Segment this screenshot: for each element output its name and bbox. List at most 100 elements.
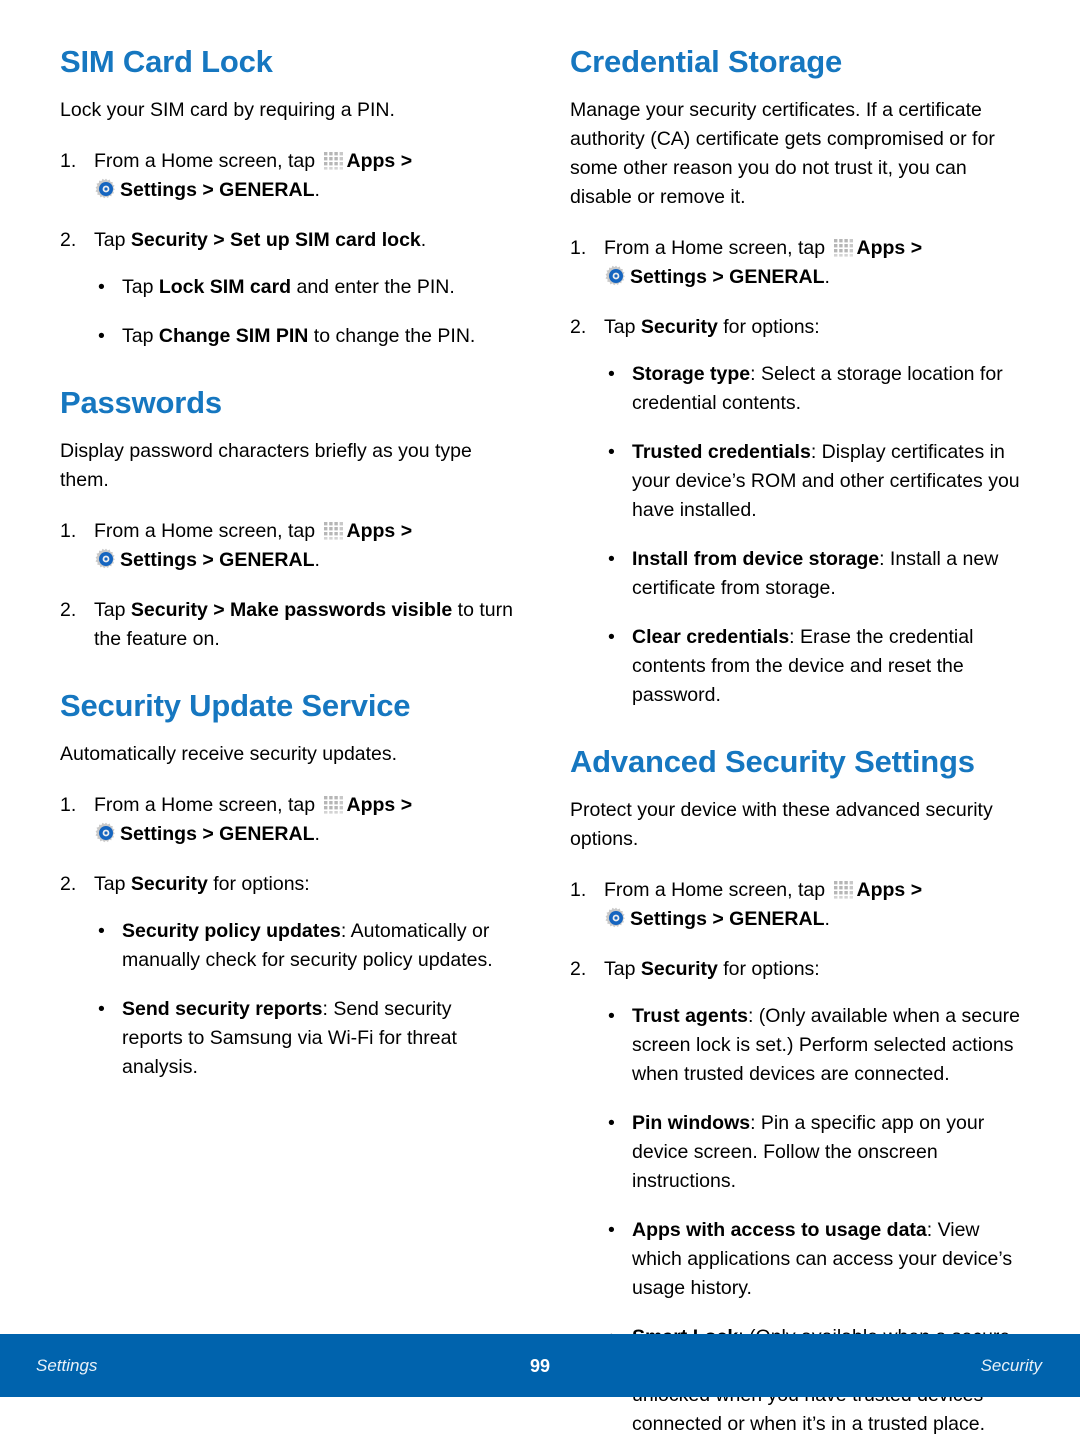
list-item: Clear credentials: Erase the credential … — [604, 623, 1025, 710]
bullet-bold: Install from device storage — [632, 548, 880, 570]
page-footer: Settings 99 Security — [0, 1334, 1080, 1397]
general-label: GENERAL — [219, 179, 315, 201]
chevron-gt-2: > — [712, 908, 724, 930]
settings-gear-icon — [605, 265, 627, 287]
apps-grid-icon — [322, 519, 344, 541]
apps-label: Apps — [346, 794, 396, 816]
section-passwords: Passwords Display password characters br… — [60, 385, 515, 654]
bullet-bold: Storage type — [632, 363, 751, 385]
bullet-bold: Pin windows — [632, 1112, 751, 1134]
section-sim-card-lock: SIM Card Lock Lock your SIM card by requ… — [60, 44, 515, 351]
bullet-list: Tap Lock SIM card and enter the PIN. Tap… — [94, 273, 515, 351]
list-item: Storage type: Select a storage location … — [604, 360, 1025, 418]
bullet-bold: Apps with access to usage data — [632, 1219, 927, 1241]
section-intro: Display password characters briefly as y… — [60, 440, 472, 491]
section-title: Security Update Service — [60, 688, 411, 723]
step-list: 1. From a Home screen, tap Apps > Settin… — [60, 147, 515, 351]
step-lead: Tap — [94, 229, 126, 251]
step-text-lead: From a Home screen, tap — [604, 237, 826, 259]
bullet-list: Security policy updates: Automatically o… — [94, 917, 515, 1082]
step-period: . — [824, 266, 830, 288]
chevron-gt-1: > — [400, 150, 413, 172]
section-title: SIM Card Lock — [60, 44, 273, 79]
settings-gear-icon — [95, 822, 117, 844]
step-item: 1. From a Home screen, tap Apps > Settin… — [570, 234, 1025, 292]
step-period: . — [314, 823, 320, 845]
list-item: Install from device storage: Install a n… — [604, 545, 1025, 603]
apps-label: Apps — [346, 150, 396, 172]
step-number: 2. — [60, 599, 77, 621]
section-intro: Manage your security certificates. If a … — [570, 99, 995, 208]
list-item: Apps with access to usage data: View whi… — [604, 1216, 1025, 1303]
list-item: Trusted credentials: Display certificate… — [604, 438, 1025, 525]
step-tail: for options: — [717, 958, 820, 980]
step-lead: Tap — [604, 316, 636, 338]
step-text-lead: From a Home screen, tap — [604, 879, 826, 901]
chevron-gt-2: > — [712, 266, 724, 288]
settings-label: Settings — [120, 179, 197, 201]
step-item: 1. From a Home screen, tap Apps > Settin… — [60, 791, 515, 849]
list-item: Security policy updates: Automatically o… — [94, 917, 515, 975]
section-intro: Automatically receive security updates. — [60, 743, 398, 765]
step-number: 2. — [60, 873, 77, 895]
step-lead: Tap — [94, 599, 126, 621]
step-lead: Tap — [94, 873, 126, 895]
settings-label: Settings — [630, 266, 707, 288]
step-item: 2. Tap Security for options: Storage typ… — [570, 313, 1025, 710]
step-bold: Security — [640, 316, 718, 338]
section-intro: Lock your SIM card by requiring a PIN. — [60, 99, 395, 121]
bullet-bold: Lock SIM card — [158, 276, 292, 298]
step-tail: for options: — [207, 873, 310, 895]
chevron-gt-1: > — [400, 520, 413, 542]
list-item: Tap Change SIM PIN to change the PIN. — [94, 322, 515, 351]
chevron-gt-2: > — [202, 179, 214, 201]
step-tail: for options: — [717, 316, 820, 338]
step-number: 1. — [60, 520, 77, 542]
step-bold: Security > Set up SIM card lock — [130, 229, 421, 251]
step-number: 1. — [60, 794, 77, 816]
bullet-bold: Send security reports — [122, 998, 323, 1020]
step-bold: Security > Make passwords visible — [130, 599, 453, 621]
step-number: 1. — [60, 150, 77, 172]
step-number: 2. — [570, 316, 587, 338]
list-item: Tap Lock SIM card and enter the PIN. — [94, 273, 515, 302]
general-label: GENERAL — [729, 908, 825, 930]
settings-gear-icon — [95, 178, 117, 200]
bullet-tail: to change the PIN. — [308, 325, 476, 347]
settings-label: Settings — [630, 908, 707, 930]
apps-label: Apps — [856, 237, 906, 259]
list-item: Send security reports: Send security rep… — [94, 995, 515, 1082]
apps-grid-icon — [832, 236, 854, 258]
bullet-lead: Tap — [122, 325, 159, 347]
step-bold: Security — [130, 873, 208, 895]
step-text-lead: From a Home screen, tap — [94, 794, 316, 816]
step-period: . — [824, 908, 830, 930]
bullet-bold: Trust agents — [632, 1005, 748, 1027]
step-item: 2. Tap Security > Set up SIM card lock. … — [60, 226, 515, 351]
step-period: . — [314, 549, 320, 571]
bullet-tail: and enter the PIN. — [291, 276, 455, 298]
step-item: 1. From a Home screen, tap Apps > Settin… — [570, 876, 1025, 934]
apps-grid-icon — [322, 793, 344, 815]
apps-label: Apps — [856, 879, 906, 901]
page-number: 99 — [529, 1356, 551, 1376]
step-number: 2. — [570, 958, 587, 980]
step-item: 2. Tap Security for options: Security po… — [60, 870, 515, 1082]
bullet-list: Storage type: Select a storage location … — [604, 360, 1025, 710]
settings-gear-icon — [95, 548, 117, 570]
document-page: SIM Card Lock Lock your SIM card by requ… — [0, 0, 1080, 1435]
settings-label: Settings — [120, 549, 197, 571]
section-intro: Protect your device with these advanced … — [570, 799, 993, 850]
general-label: GENERAL — [729, 266, 825, 288]
step-number: 2. — [60, 229, 77, 251]
step-list: 1. From a Home screen, tap Apps > Settin… — [570, 234, 1025, 710]
step-tail: . — [420, 229, 427, 251]
settings-label: Settings — [120, 823, 197, 845]
section-title: Passwords — [60, 385, 222, 420]
chevron-gt-1: > — [400, 794, 413, 816]
general-label: GENERAL — [219, 549, 315, 571]
two-column-layout: SIM Card Lock Lock your SIM card by requ… — [60, 44, 1028, 1439]
step-period: . — [314, 179, 320, 201]
bullet-bold: Clear credentials — [632, 626, 790, 648]
chevron-gt-1: > — [910, 879, 923, 901]
